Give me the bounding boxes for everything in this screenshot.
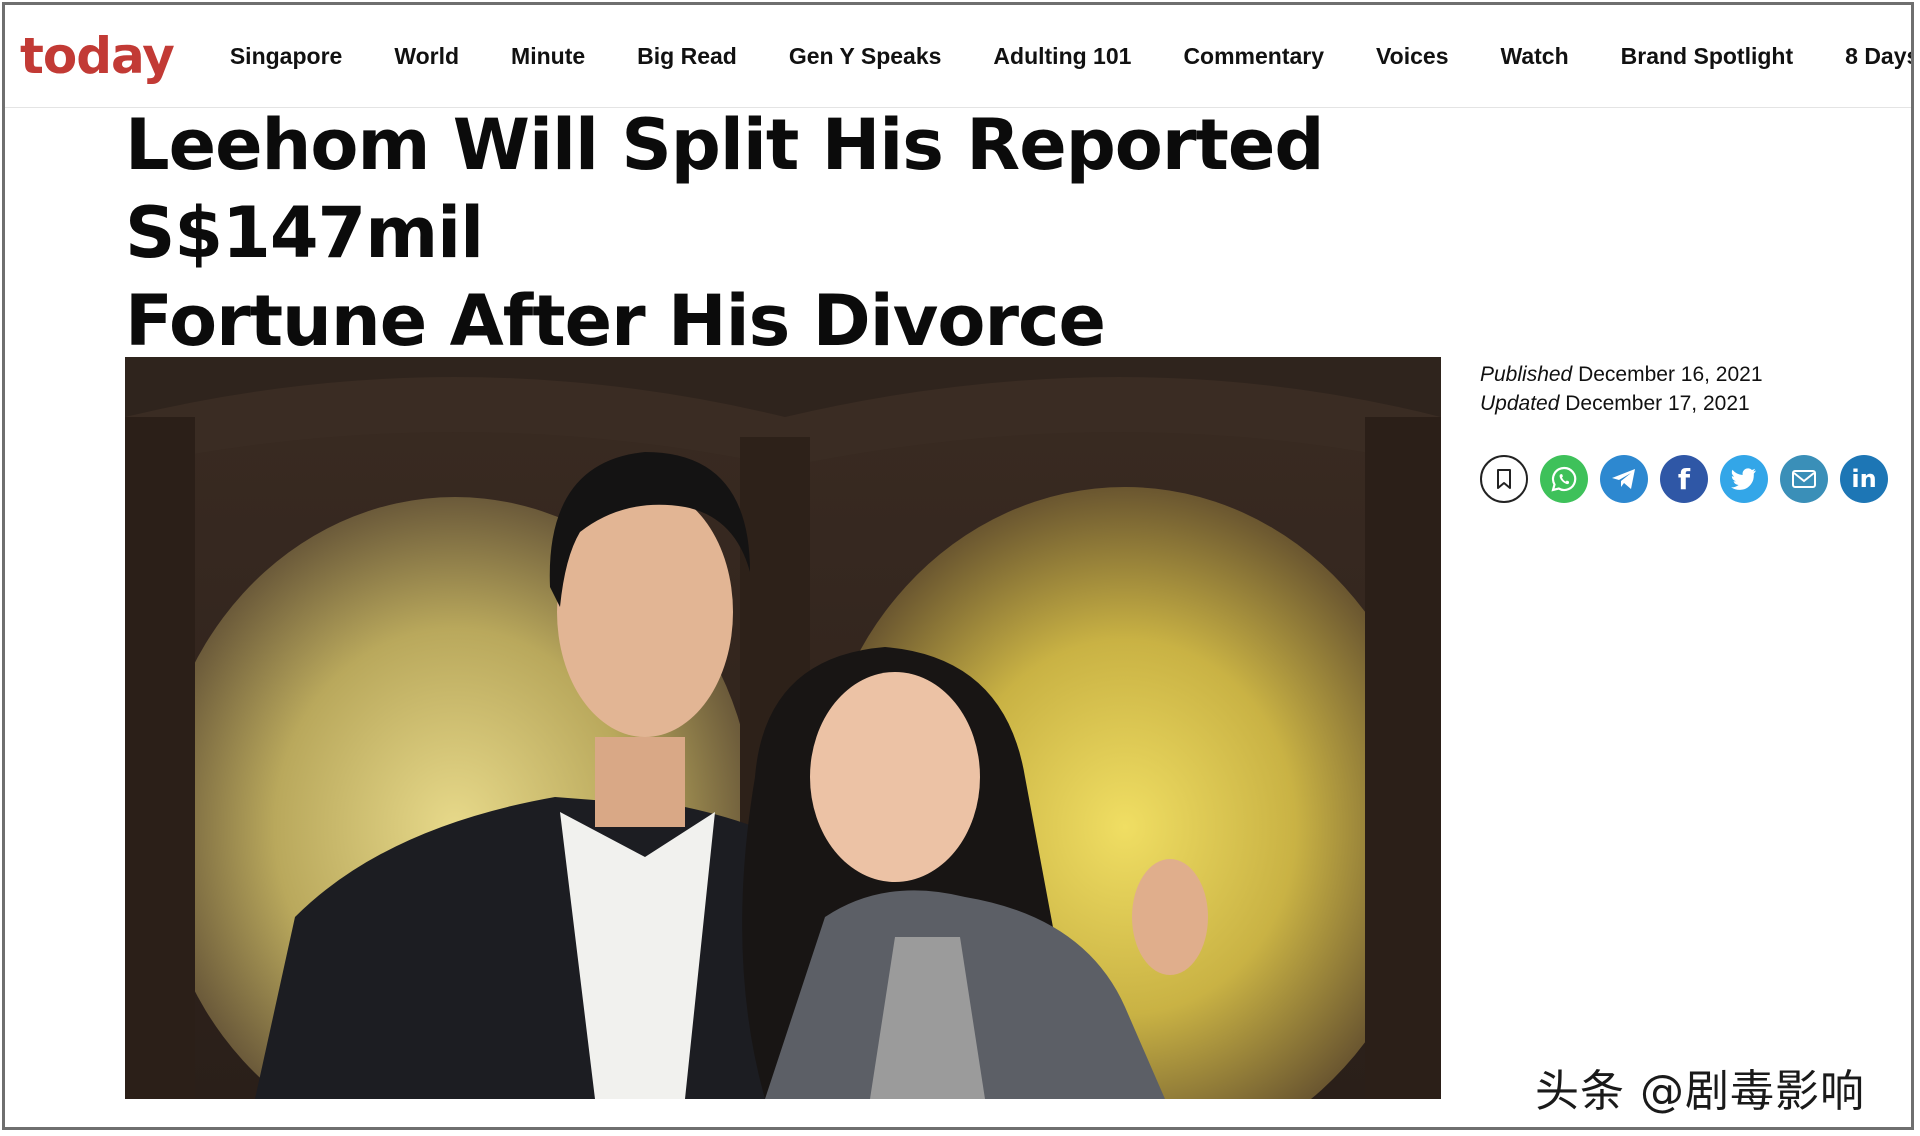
nav-item-adulting-101[interactable]: Adulting 101 xyxy=(993,43,1131,70)
headline-line-2: Fortune After His Divorce xyxy=(125,280,1106,362)
page-frame: today Singapore World Minute Big Read Ge… xyxy=(2,2,1914,1130)
article-meta: Published December 16, 2021 Updated Dece… xyxy=(1480,360,1763,418)
updated-date: December 17, 2021 xyxy=(1565,392,1750,415)
email-icon xyxy=(1792,470,1816,488)
updated-line: Updated December 17, 2021 xyxy=(1480,389,1763,418)
twitter-icon xyxy=(1731,468,1756,490)
published-line: Published December 16, 2021 xyxy=(1480,360,1763,389)
published-date: December 16, 2021 xyxy=(1578,363,1763,386)
watermark-text: 头条 @剧毒影响 xyxy=(1535,1066,1865,1117)
whatsapp-share-button[interactable] xyxy=(1540,455,1588,503)
headline-line-1: Leehom Will Split His Reported S$147mil xyxy=(125,104,1324,274)
nav-item-commentary[interactable]: Commentary xyxy=(1183,43,1324,70)
telegram-icon xyxy=(1612,469,1635,489)
nav-menu: Singapore World Minute Big Read Gen Y Sp… xyxy=(204,43,1911,70)
nav-item-brand-spotlight[interactable]: Brand Spotlight xyxy=(1621,43,1793,70)
site-logo[interactable]: today xyxy=(20,31,175,81)
nav-item-minute[interactable]: Minute xyxy=(511,43,585,70)
nav-item-8-days[interactable]: 8 Days xyxy=(1845,43,1911,70)
bookmark-icon xyxy=(1497,469,1511,489)
nav-item-big-read[interactable]: Big Read xyxy=(637,43,737,70)
hero-photo-illustration xyxy=(125,357,1441,1099)
nav-item-world[interactable]: World xyxy=(394,43,459,70)
whatsapp-icon xyxy=(1551,466,1577,492)
nav-item-watch[interactable]: Watch xyxy=(1501,43,1569,70)
published-label: Published xyxy=(1480,363,1573,386)
share-bar: f in xyxy=(1480,455,1888,503)
linkedin-share-button[interactable]: in xyxy=(1840,455,1888,503)
facebook-icon: f xyxy=(1677,462,1691,496)
nav-item-voices[interactable]: Voices xyxy=(1376,43,1448,70)
hero-image[interactable] xyxy=(125,357,1441,1099)
updated-label: Updated xyxy=(1480,392,1560,415)
nav-item-singapore[interactable]: Singapore xyxy=(230,43,342,70)
telegram-share-button[interactable] xyxy=(1600,455,1648,503)
bookmark-button[interactable] xyxy=(1480,455,1528,503)
linkedin-icon: in xyxy=(1851,465,1877,493)
facebook-share-button[interactable]: f xyxy=(1660,455,1708,503)
twitter-share-button[interactable] xyxy=(1720,455,1768,503)
email-share-button[interactable] xyxy=(1780,455,1828,503)
nav-item-gen-y-speaks[interactable]: Gen Y Speaks xyxy=(789,43,942,70)
top-navigation: today Singapore World Minute Big Read Ge… xyxy=(5,5,1911,108)
article-headline: Leehom Will Split His Reported S$147mil … xyxy=(125,101,1625,365)
